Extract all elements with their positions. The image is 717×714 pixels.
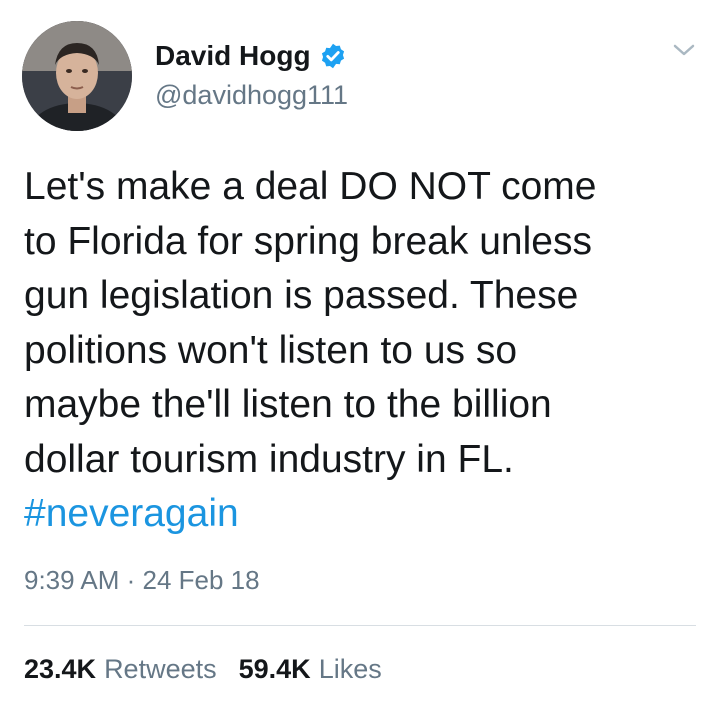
- author-display-name[interactable]: David Hogg: [155, 40, 311, 72]
- chevron-down-icon[interactable]: [670, 38, 698, 62]
- divider: [24, 625, 696, 626]
- verified-badge-icon: [319, 42, 347, 70]
- tweet-text-line: politions won't listen to us so: [24, 328, 518, 372]
- tweet-text-line: to Florida for spring break unless: [24, 219, 592, 263]
- retweets-count: 23.4K: [24, 654, 97, 684]
- tweet-text-line: gun legislation is passed. These: [24, 274, 579, 317]
- tweet-text-line: dollar tourism industry in FL.: [24, 437, 514, 481]
- avatar[interactable]: [22, 21, 132, 131]
- author-name-row: David Hogg: [155, 38, 347, 74]
- tweet-text-line: maybe the'll listen to the billion: [24, 383, 552, 426]
- tweet-text: Let's make a deal DO NOT come to Florida…: [24, 160, 704, 542]
- engagement-stats: 23.4K Retweets 59.4K Likes: [24, 654, 382, 685]
- tweet-text-line: Let's make a deal DO NOT come: [24, 165, 597, 208]
- tweet-card: David Hogg @davidhogg111 Let's make a de…: [0, 0, 717, 714]
- retweets-stat[interactable]: 23.4K Retweets: [24, 654, 217, 685]
- tweet-timestamp[interactable]: 9:39 AM · 24 Feb 18: [24, 565, 260, 596]
- author-handle[interactable]: @davidhogg111: [155, 80, 348, 111]
- likes-stat[interactable]: 59.4K Likes: [239, 654, 382, 685]
- likes-count: 59.4K: [238, 654, 311, 684]
- avatar-image: [22, 21, 132, 131]
- retweets-label: Retweets: [104, 654, 217, 684]
- hashtag-link[interactable]: #neveragain: [24, 487, 704, 542]
- likes-label: Likes: [318, 654, 382, 684]
